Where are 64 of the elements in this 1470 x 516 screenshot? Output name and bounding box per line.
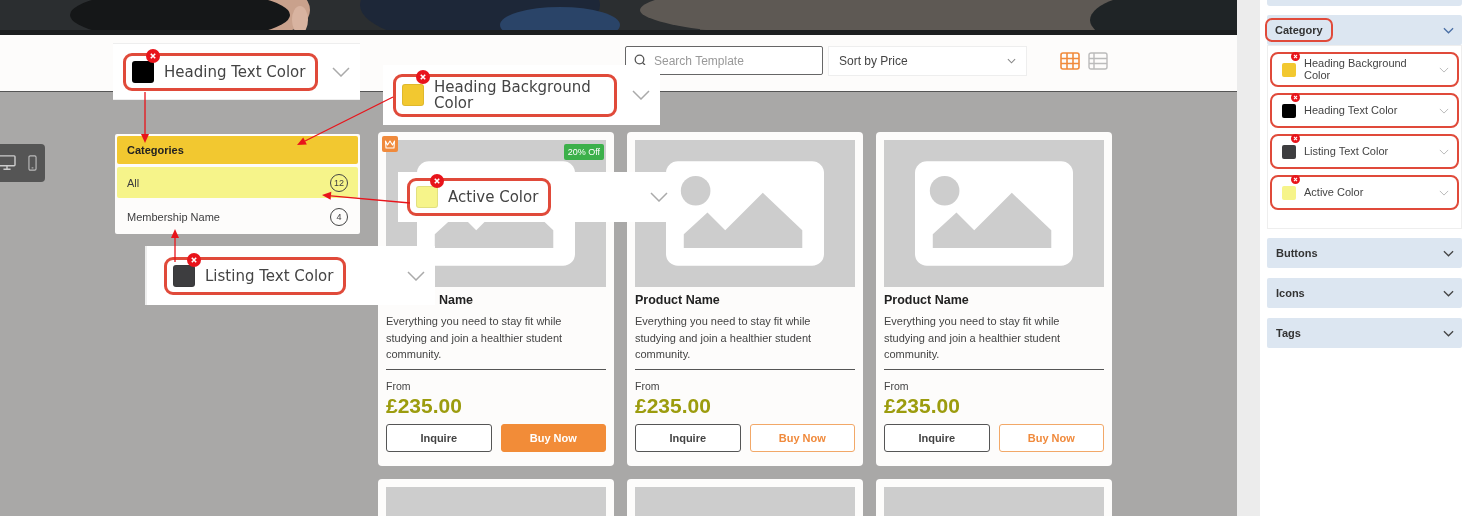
chevron-down-icon [1443, 26, 1454, 34]
category-item[interactable]: All 12 [117, 167, 358, 198]
section-header[interactable]: Icons [1267, 278, 1462, 308]
mobile-icon[interactable] [28, 155, 37, 171]
inquire-button[interactable]: Inquire [884, 423, 990, 452]
chevron-down-icon [1007, 58, 1016, 64]
inquire-button[interactable]: Inquire [635, 423, 741, 452]
section-title: Buttons [1276, 247, 1318, 259]
product-name: Product Name [635, 293, 721, 307]
price: £235.00 [386, 393, 463, 418]
search-icon [634, 54, 646, 66]
chevron-down-icon [1439, 189, 1449, 196]
product-name: Product Name [884, 293, 970, 307]
color-setting[interactable]: Heading Background Color [1270, 52, 1459, 87]
category-heading: Categories [117, 136, 358, 164]
category-item[interactable]: Membership Name 4 [117, 201, 358, 232]
section-title: Tags [1276, 327, 1301, 339]
setting-label: Heading Text Color [1304, 104, 1399, 117]
chevron-down-icon [632, 90, 650, 100]
color-setting[interactable]: Active Color [1270, 175, 1459, 210]
chevron-down-icon [1443, 329, 1454, 337]
callout-label: Active Color [448, 188, 539, 206]
chevron-down-icon [1439, 107, 1449, 114]
annotation-arrow [171, 229, 179, 263]
chevron-down-icon [1439, 148, 1449, 155]
remove-icon[interactable] [187, 252, 201, 267]
setting-label: Listing Text Color [1304, 145, 1390, 158]
product-description: Everything you need to stay fit while studying and join a healthier student community. [635, 313, 855, 370]
setting-label: Heading Background Color [1304, 57, 1408, 82]
annotation-arrow [141, 91, 149, 143]
discount-badge: 20% Off [563, 144, 604, 160]
price: £235.00 [884, 393, 961, 418]
product-name: Name [438, 293, 475, 307]
chevron-down-icon [407, 270, 425, 281]
setting-label: Active Color [1304, 186, 1365, 199]
search-field[interactable]: Search Template [625, 46, 823, 75]
sort-dropdown[interactable]: Sort by Price [828, 46, 1027, 76]
chevron-down-icon [332, 66, 350, 77]
color-setting[interactable]: Heading Text Color [1270, 93, 1459, 128]
chevron-down-icon [1439, 66, 1449, 73]
color-setting[interactable]: Listing Text Color [1270, 134, 1459, 169]
grid-view-icon[interactable] [1060, 52, 1080, 70]
callout-label: Heading Text Color [164, 62, 306, 81]
section-header[interactable]: Buttons [1267, 238, 1462, 268]
crown-icon [382, 136, 398, 152]
price-label: From [884, 379, 910, 392]
price-label: From [635, 379, 661, 392]
product-description: Everything you need to stay fit while studying and join a healthier student community. [884, 313, 1104, 370]
image-icon [915, 161, 1073, 266]
chevron-down-icon [650, 192, 668, 202]
product-description: Everything you need to stay fit while studying and join a healthier student community. [386, 313, 606, 370]
chevron-down-icon [1443, 249, 1454, 257]
inquire-button[interactable]: Inquire [386, 423, 492, 452]
callout-label: Heading Background Color [434, 78, 592, 112]
remove-icon[interactable] [146, 48, 160, 63]
price: £235.00 [635, 393, 712, 418]
desktop-icon[interactable] [0, 155, 16, 171]
callout-label: Listing Text Color [205, 266, 334, 285]
section-title: Icons [1276, 287, 1305, 299]
section-header[interactable]: Category [1267, 15, 1462, 45]
chevron-down-icon [1443, 289, 1454, 297]
section-header[interactable]: Tags [1267, 318, 1462, 348]
price-label: From [386, 379, 412, 392]
section-title: Category [1265, 18, 1333, 42]
